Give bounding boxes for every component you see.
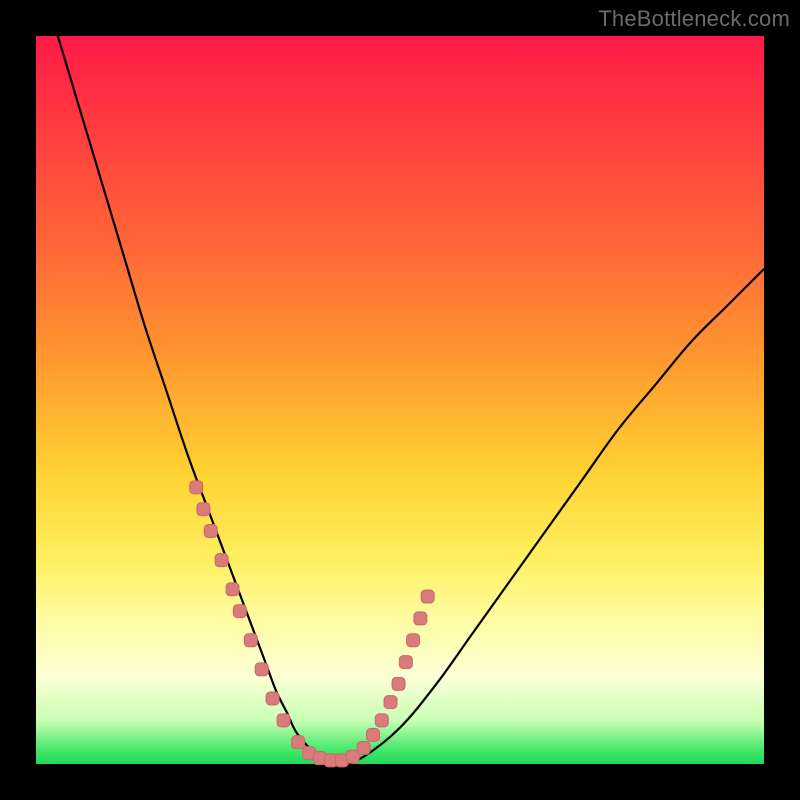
bottleneck-curve <box>58 36 764 764</box>
marker-point <box>414 612 427 625</box>
marker-group <box>190 481 435 767</box>
marker-point <box>384 696 397 709</box>
marker-point <box>421 590 434 603</box>
marker-point <box>215 554 228 567</box>
marker-point <box>292 736 305 749</box>
marker-point <box>244 634 257 647</box>
marker-point <box>407 634 420 647</box>
marker-point <box>399 656 412 669</box>
marker-point <box>266 692 279 705</box>
marker-point <box>233 605 246 618</box>
chart-plot-area <box>36 36 764 764</box>
chart-svg <box>36 36 764 764</box>
marker-point <box>277 714 290 727</box>
marker-point <box>204 525 217 538</box>
marker-point <box>190 481 203 494</box>
marker-point <box>367 728 380 741</box>
chart-frame: TheBottleneck.com <box>0 0 800 800</box>
marker-point <box>392 677 405 690</box>
watermark-text: TheBottleneck.com <box>598 6 790 32</box>
marker-point <box>226 583 239 596</box>
marker-point <box>375 714 388 727</box>
marker-point <box>197 503 210 516</box>
marker-point <box>255 663 268 676</box>
marker-point <box>357 741 370 754</box>
